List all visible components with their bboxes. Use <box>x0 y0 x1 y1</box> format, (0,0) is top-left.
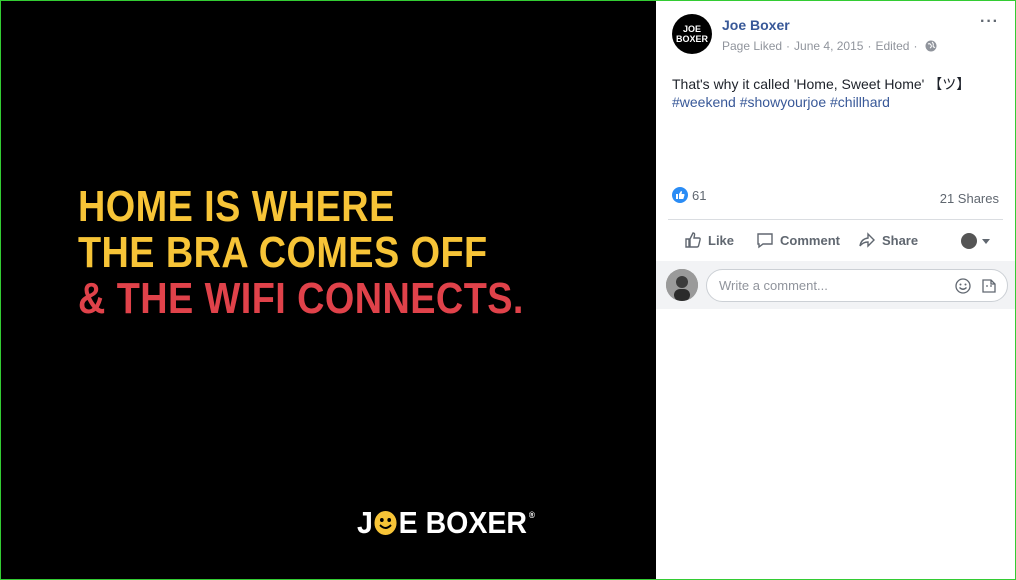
trademark-symbol: ® <box>528 510 535 520</box>
hashtag-chillhard[interactable]: #chillhard <box>830 94 890 110</box>
meta-separator: · <box>867 39 872 53</box>
like-button[interactable]: Like <box>684 231 734 249</box>
hashtags: #weekend #showyourjoe #chillhard <box>672 93 1002 111</box>
globe-icon[interactable] <box>925 40 937 52</box>
shares-count[interactable]: 21 Shares <box>940 191 999 206</box>
avatar-text-1: JOE <box>682 24 701 34</box>
page-liked-status[interactable]: Page Liked <box>722 39 782 53</box>
comment-placeholder: Write a comment... <box>719 278 828 293</box>
logo-text-end: E BOXER <box>398 505 527 540</box>
like-count: 61 <box>692 187 707 203</box>
post-text: That's why it called 'Home, Sweet Home' … <box>672 76 971 92</box>
actor-selector[interactable] <box>961 233 991 249</box>
headline-line-2: THE BRA COMES OFF <box>78 228 488 277</box>
post-meta: Page Liked · June 4, 2015 · Edited · <box>722 39 937 53</box>
page-name-link[interactable]: Joe Boxer <box>722 17 790 33</box>
thumbs-up-icon <box>685 232 701 248</box>
hashtag-showyourjoe[interactable]: #showyourjoe <box>740 94 826 110</box>
user-avatar[interactable] <box>666 269 698 301</box>
comment-icon <box>757 233 773 249</box>
edited-label[interactable]: Edited <box>875 39 909 53</box>
share-button[interactable]: Share <box>858 231 918 249</box>
action-bar: Like Comment Share <box>668 223 1003 257</box>
emoji-icon[interactable] <box>955 278 971 294</box>
more-options-icon[interactable]: ··· <box>980 13 999 31</box>
post-date[interactable]: June 4, 2015 <box>794 39 863 53</box>
headline-line-1: HOME IS WHERE <box>78 182 395 231</box>
like-reaction-icon <box>672 187 688 203</box>
joe-boxer-logo: J E BOXER ® <box>357 505 535 541</box>
share-label: Share <box>881 232 919 248</box>
meta-separator: · <box>913 39 918 53</box>
page-avatar[interactable]: JOE BOXER <box>672 14 712 54</box>
share-icon <box>859 232 875 248</box>
chevron-down-icon <box>982 239 990 244</box>
post-message: That's why it called 'Home, Sweet Home' … <box>672 75 1002 111</box>
like-label: Like <box>708 232 735 248</box>
meta-separator: · <box>786 39 791 53</box>
post-image[interactable]: HOME IS WHERE THE BRA COMES OFF & THE WI… <box>1 1 656 579</box>
comment-composer: Write a comment... <box>656 261 1015 309</box>
headline-line-3: & THE WIFI CONNECTS. <box>78 274 524 323</box>
like-summary[interactable]: 61 <box>672 187 706 203</box>
comment-button[interactable]: Comment <box>756 231 840 249</box>
sticker-icon[interactable] <box>981 278 997 294</box>
hashtag-weekend[interactable]: #weekend <box>672 94 736 110</box>
logo-text-start: J <box>357 505 373 540</box>
actor-avatar <box>961 233 977 249</box>
comment-label: Comment <box>780 232 840 248</box>
comment-tools <box>955 278 997 294</box>
post-side-panel: JOE BOXER Joe Boxer Page Liked · June 4,… <box>656 1 1015 579</box>
divider <box>668 219 1003 220</box>
smiley-icon <box>374 511 397 535</box>
avatar-text-2: BOXER <box>675 34 708 44</box>
image-headline: HOME IS WHERE THE BRA COMES OFF & THE WI… <box>78 184 524 322</box>
